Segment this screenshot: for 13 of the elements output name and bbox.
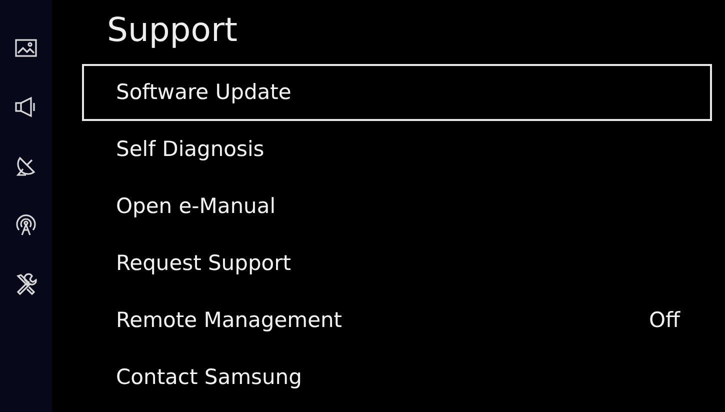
tools-icon[interactable]	[14, 272, 38, 296]
menu-item[interactable]: Request Support	[82, 235, 712, 292]
setting-value: Off	[649, 306, 680, 334]
menu-title: Support	[106, 9, 238, 51]
menu-item[interactable]: Remote Management Off	[82, 292, 712, 349]
picture-icon[interactable]	[14, 36, 38, 60]
menu-item[interactable]: Contact Samsung	[82, 349, 712, 406]
menu-item[interactable]: Software Update	[82, 64, 712, 121]
menu-item[interactable]: Open e-Manual	[82, 178, 712, 235]
menu-item[interactable]: Self Diagnosis	[82, 121, 712, 178]
satellite-dish-icon[interactable]	[14, 154, 38, 178]
speaker-icon[interactable]	[14, 95, 38, 119]
antenna-icon[interactable]	[14, 213, 38, 237]
